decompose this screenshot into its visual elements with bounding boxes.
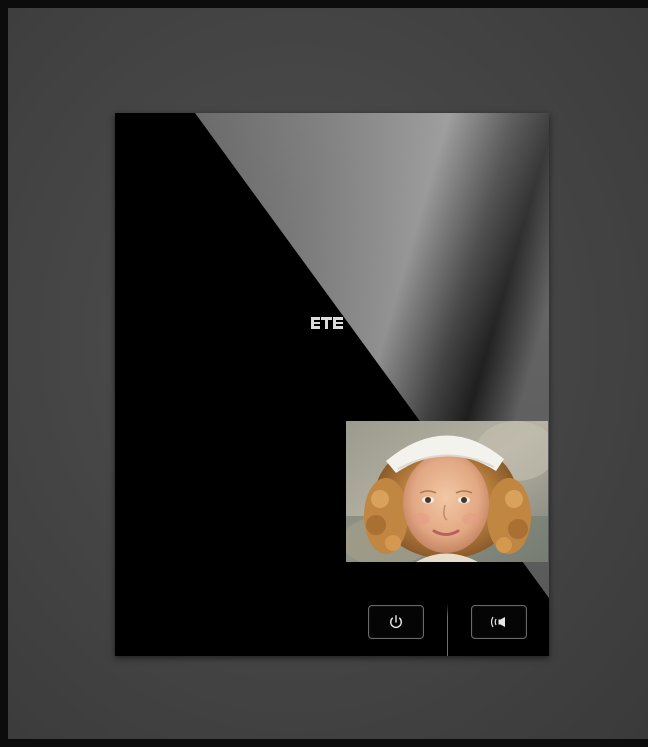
button-divider bbox=[447, 603, 448, 656]
glass-reflection bbox=[195, 113, 549, 598]
photo-scene: ETE bbox=[0, 0, 648, 747]
video-intercom-panel: ETE bbox=[115, 113, 549, 656]
talk-button[interactable] bbox=[471, 605, 527, 639]
brand-logo: ETE bbox=[311, 316, 343, 329]
power-button[interactable] bbox=[368, 605, 424, 639]
power-icon bbox=[390, 615, 402, 629]
speaker-icon bbox=[490, 616, 505, 628]
camera-display bbox=[346, 421, 548, 562]
